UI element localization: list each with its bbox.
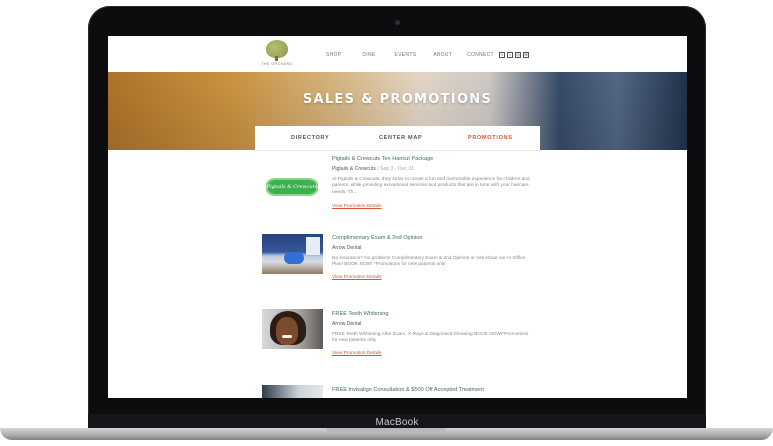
promo-thumbnail[interactable] xyxy=(262,309,323,349)
facebook-icon[interactable]: f xyxy=(499,52,505,58)
nav-events[interactable]: EVENTS xyxy=(395,52,417,58)
chair-shape xyxy=(284,252,304,264)
screen: THE ORCHARD SHOP DINE EVENTS ABOUT CONNE… xyxy=(108,36,687,398)
face-shape xyxy=(276,317,298,345)
tab-directory[interactable]: DIRECTORY xyxy=(291,135,329,141)
main-nav: SHOP DINE EVENTS ABOUT CONNECT xyxy=(326,52,494,58)
tab-promotions[interactable]: PROMOTIONS xyxy=(468,135,513,141)
view-details-link[interactable]: View Promotion Details xyxy=(332,204,382,209)
view-details-link[interactable]: View Promotion Details xyxy=(332,275,382,280)
promo-title[interactable]: FREE Teeth Whitening xyxy=(332,311,388,317)
device-label: MacBook xyxy=(375,417,419,428)
promo-thumbnail[interactable]: Pigtails & Crewcuts xyxy=(262,168,323,208)
twitter-icon[interactable]: t xyxy=(507,52,513,58)
site-logo[interactable]: THE ORCHARD xyxy=(256,40,296,68)
social-links: f t ◎ ✉ xyxy=(499,52,529,58)
promo-description: No insurance? No problem! Complimentary … xyxy=(332,256,526,268)
promo-store: Pigtails & Crewcuts | Sep 3 - Dec 31 xyxy=(332,166,414,172)
stage: THE ORCHARD SHOP DINE EVENTS ABOUT CONNE… xyxy=(0,0,773,446)
camera-icon xyxy=(395,20,400,25)
tabs-divider xyxy=(255,150,540,151)
nav-dine[interactable]: DINE xyxy=(362,52,375,58)
section-tabs: DIRECTORY CENTER MAP PROMOTIONS xyxy=(255,126,540,150)
site-header: THE ORCHARD SHOP DINE EVENTS ABOUT CONNE… xyxy=(108,36,687,72)
email-icon[interactable]: ✉ xyxy=(523,52,529,58)
promo-title[interactable]: FREE Invisalign Consultation & $500 Off … xyxy=(332,387,484,393)
nav-shop[interactable]: SHOP xyxy=(326,52,341,58)
nav-about[interactable]: ABOUT xyxy=(433,52,452,58)
logo-text: THE ORCHARD xyxy=(261,62,293,66)
promo-thumbnail[interactable] xyxy=(262,234,323,274)
promo-title[interactable]: Pigtails & Crewcuts Ten Haircut Package xyxy=(332,156,433,162)
promo-description: At Pigtails & Crewcuts, they strive to c… xyxy=(332,177,530,195)
promo-title[interactable]: Complimentary Exam & 2nd Opinion xyxy=(332,235,422,241)
laptop-notch xyxy=(326,428,446,433)
window-shape xyxy=(306,237,320,255)
smile-shape xyxy=(282,335,292,338)
promo-date: | Sep 3 - Dec 31 xyxy=(377,166,415,172)
promo-description: FREE Teeth Whitening After Exam, X-Rays … xyxy=(332,332,529,344)
promo-store: Arrow Dental xyxy=(332,321,362,327)
promo-store: Arrow Dental xyxy=(332,245,362,251)
pigtails-logo: Pigtails & Crewcuts xyxy=(266,178,318,196)
nav-connect[interactable]: CONNECT xyxy=(467,52,494,58)
tree-trunk xyxy=(275,56,278,61)
promo-store-name: Pigtails & Crewcuts xyxy=(332,166,376,172)
page-title: SALES & PROMOTIONS xyxy=(302,92,493,107)
instagram-icon[interactable]: ◎ xyxy=(515,52,521,58)
promo-thumbnail[interactable] xyxy=(262,385,323,398)
tab-center-map[interactable]: CENTER MAP xyxy=(379,135,422,141)
view-details-link[interactable]: View Promotion Details xyxy=(332,351,382,356)
